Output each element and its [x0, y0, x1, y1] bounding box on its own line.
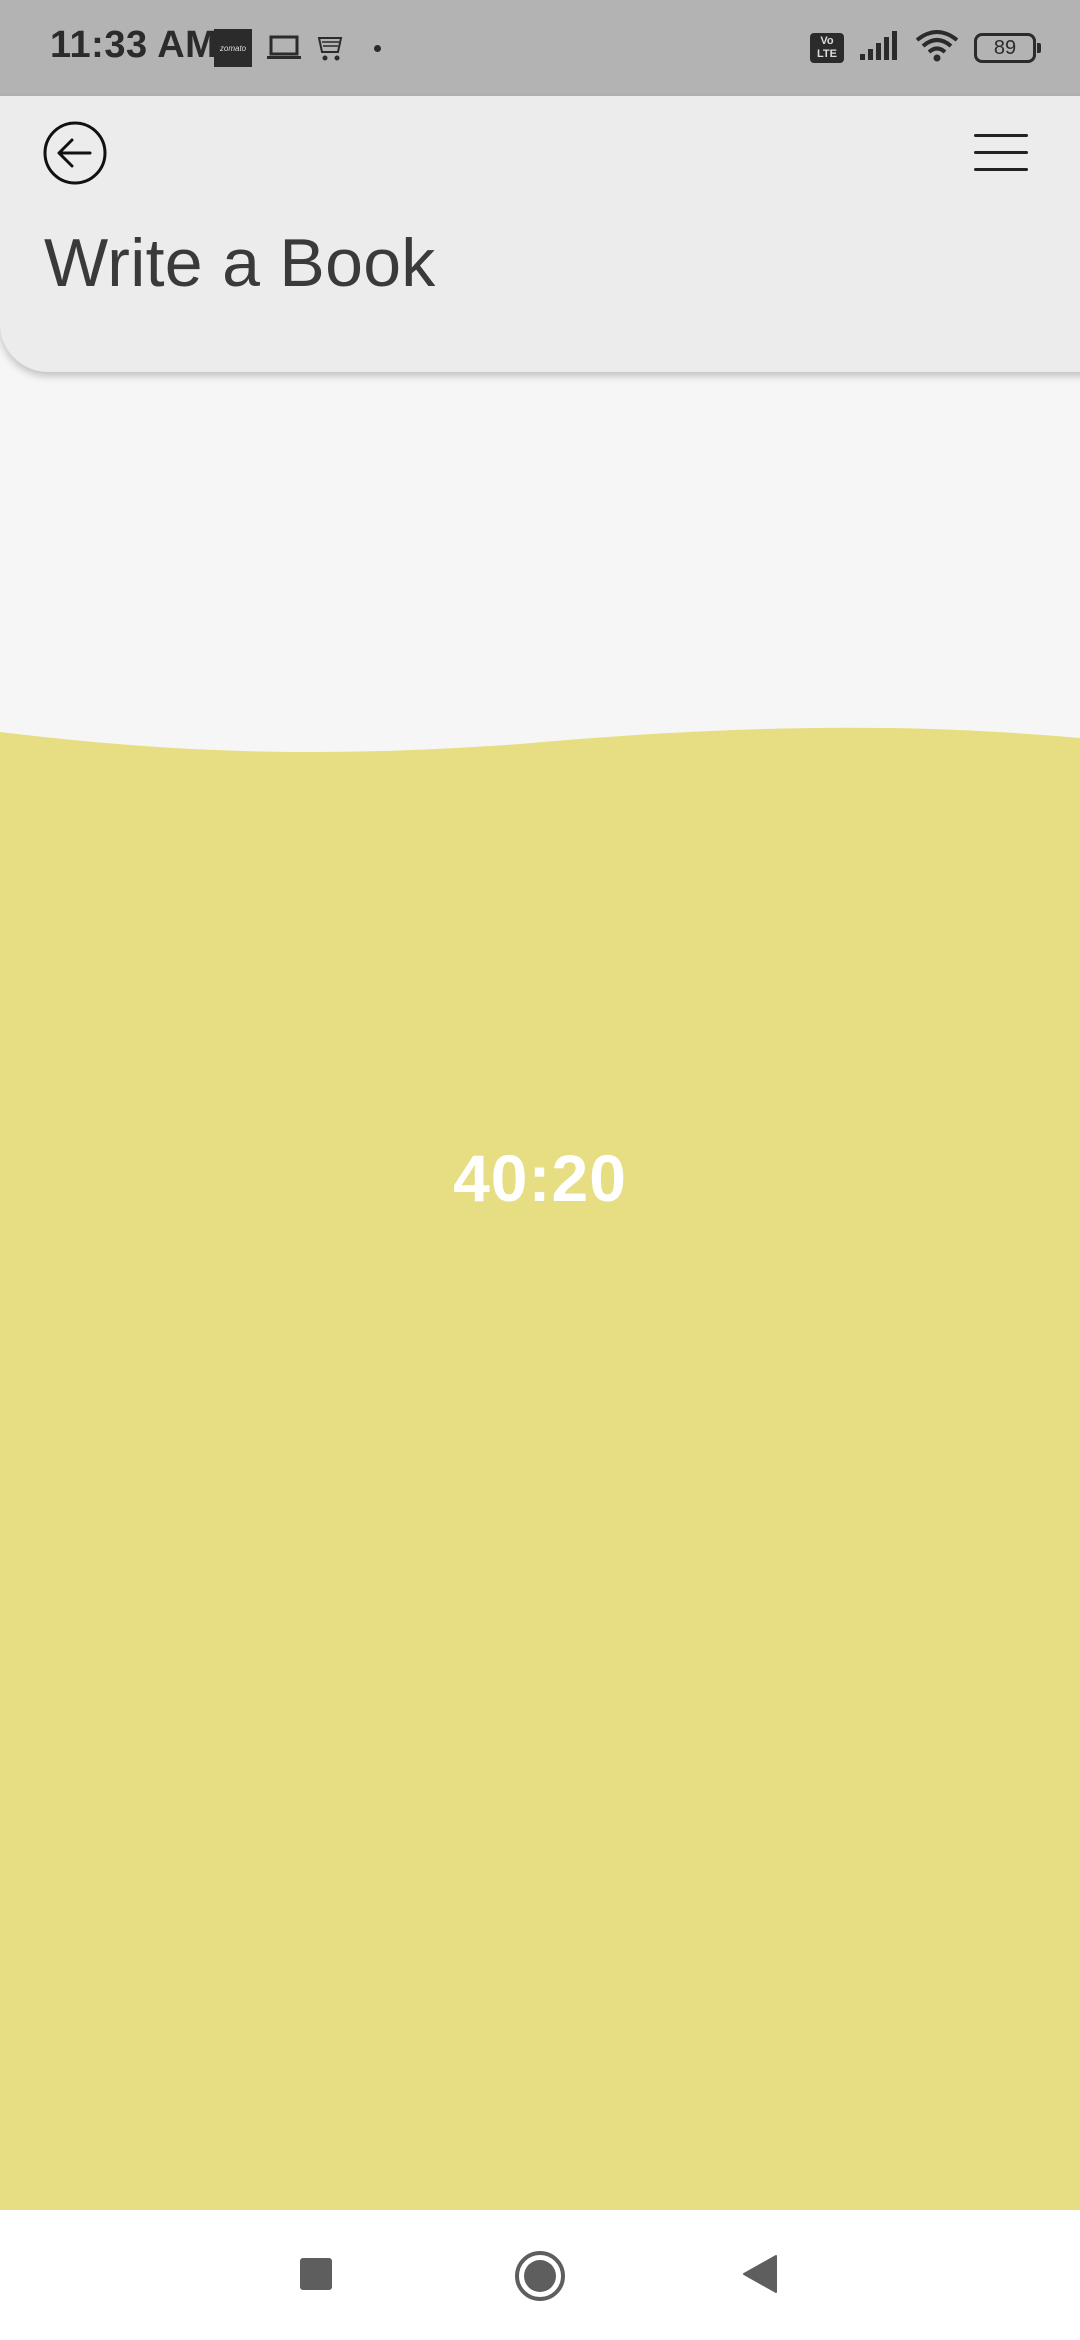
amazon-icon [316, 32, 350, 64]
volte-bottom-label: LTE [817, 48, 837, 60]
screen: 11:33 AM zomato Vo LTE 89 Write a Book 4… [0, 0, 1080, 2340]
signal-icon [858, 30, 900, 67]
battery-level: 89 [993, 36, 1017, 59]
status-time: 11:33 AM [50, 24, 218, 66]
home-icon [515, 2251, 565, 2301]
navigation-bar [0, 2210, 1080, 2340]
hamburger-line-bottom [974, 168, 1028, 171]
wifi-icon [914, 28, 960, 69]
volte-top-label: Vo [820, 35, 834, 47]
page-title: Write a Book [44, 225, 436, 301]
recents-button[interactable] [300, 2258, 332, 2290]
dot-icon [374, 44, 381, 52]
back-triangle-icon [743, 2255, 777, 2293]
volte-icon: Vo LTE [810, 33, 844, 63]
back-button[interactable] [42, 120, 108, 186]
hamburger-line-top [974, 134, 1028, 137]
system-icons: Vo LTE 89 [810, 26, 1041, 70]
timer-display: 40:20 [453, 1141, 627, 1215]
battery-icon: 89 [974, 33, 1041, 63]
arrow-left-circle-icon [43, 121, 107, 185]
status-bar: 11:33 AM zomato Vo LTE 89 [0, 0, 1080, 96]
notification-icons: zomato [214, 28, 381, 68]
menu-button[interactable] [974, 132, 1030, 172]
laptop-icon [266, 34, 302, 62]
app-header: Write a Book [0, 96, 1080, 372]
home-button[interactable] [514, 2250, 566, 2302]
zomato-icon: zomato [214, 29, 252, 67]
hamburger-line-middle [974, 151, 1028, 154]
progress-wave [0, 720, 1080, 2210]
nav-back-button[interactable] [742, 2254, 778, 2294]
